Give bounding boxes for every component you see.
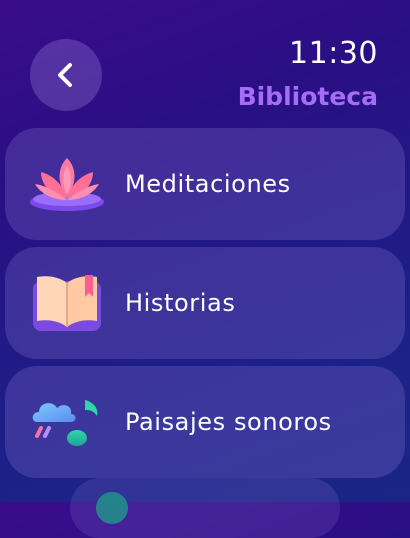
partial-item-icon <box>96 492 128 524</box>
library-list: Meditaciones Historias Paisajes sonoros <box>5 128 405 485</box>
clock-time: 11:30 <box>289 36 378 71</box>
list-item-label: Paisajes sonoros <box>125 408 332 436</box>
list-item-partial[interactable] <box>70 478 340 538</box>
back-button[interactable] <box>30 39 102 111</box>
open-book-icon <box>27 263 107 343</box>
cloud-music-note-icon <box>27 382 107 462</box>
list-item-historias[interactable]: Historias <box>5 247 405 359</box>
chevron-left-icon <box>58 63 72 87</box>
list-item-label: Historias <box>125 289 236 317</box>
lotus-icon <box>27 144 107 224</box>
list-item-label: Meditaciones <box>125 170 291 198</box>
list-item-meditaciones[interactable]: Meditaciones <box>5 128 405 240</box>
page-title: Biblioteca <box>237 82 378 111</box>
list-item-paisajes-sonoros[interactable]: Paisajes sonoros <box>5 366 405 478</box>
